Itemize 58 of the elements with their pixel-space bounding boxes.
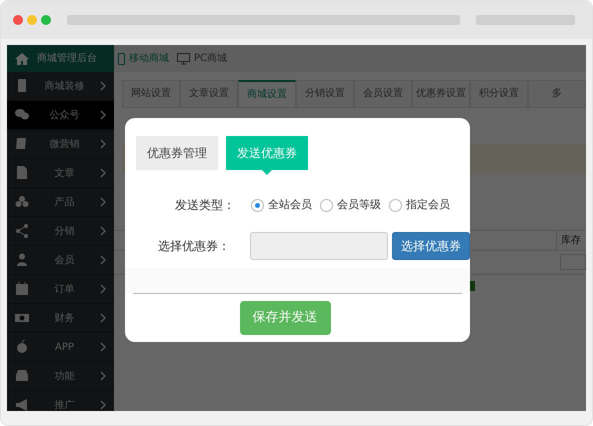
chevron-right-icon (100, 81, 106, 91)
radio-button[interactable] (320, 198, 333, 212)
header-link[interactable]: 移动商城 (118, 51, 169, 66)
settings-tab[interactable]: 网站设置 (122, 80, 180, 108)
option-label[interactable]: 全站会员 (268, 196, 312, 214)
banknote-icon (15, 311, 29, 325)
maximize-dot[interactable] (41, 15, 51, 25)
chevron-right-icon (100, 371, 106, 381)
document-icon (15, 166, 29, 180)
phone-icon (118, 52, 125, 64)
tray-icon (15, 369, 29, 383)
chat-icon (15, 108, 29, 122)
coupon-input[interactable] (250, 232, 388, 260)
dialog-tab[interactable]: 优惠券管理 (136, 136, 218, 170)
settings-tab[interactable]: 商城设置 (238, 80, 296, 108)
chevron-right-icon (100, 284, 106, 294)
chevron-right-icon (100, 313, 106, 323)
apple-icon (15, 340, 29, 354)
field-label: 发送类型： (174, 197, 235, 214)
close-dot[interactable] (13, 15, 23, 25)
chevron-right-icon (100, 197, 106, 207)
settings-tab[interactable]: 会员设置 (354, 80, 412, 108)
calendar-icon (15, 282, 29, 296)
radio-button[interactable] (251, 198, 264, 212)
radio-button[interactable] (389, 198, 402, 212)
settings-tab[interactable]: 文章设置 (180, 80, 238, 108)
option-label[interactable]: 会员等级 (337, 196, 381, 214)
table-header: 库存 (556, 231, 586, 250)
megaphone-icon (15, 398, 29, 411)
brand-title: 商城管理后台 (37, 52, 97, 66)
chevron-right-icon (100, 255, 106, 265)
monitor-icon (177, 52, 190, 64)
settings-tab[interactable]: 积分设置 (470, 80, 528, 108)
chevron-right-icon (100, 139, 106, 149)
sidebar-item[interactable]: 订单 (7, 275, 114, 304)
settings-tab[interactable]: 多 (528, 80, 586, 108)
circles-icon (15, 195, 29, 209)
chevron-right-icon (100, 226, 106, 236)
tab-pointer-icon (262, 170, 272, 175)
settings-tab[interactable]: 优惠券设置 (412, 80, 470, 108)
home-icon (15, 52, 29, 64)
chevron-right-icon (100, 110, 106, 120)
header-link[interactable]: PC商城 (177, 51, 228, 66)
minimize-dot[interactable] (27, 15, 37, 25)
phone-icon (15, 79, 29, 93)
option-label[interactable]: 指定会员 (406, 196, 450, 214)
stock-input[interactable] (560, 254, 586, 270)
chevron-right-icon (100, 168, 106, 178)
chevron-right-icon (100, 342, 106, 352)
book-icon (15, 137, 29, 151)
save-send-button[interactable]: 保存并发送 (240, 301, 330, 334)
person-icon (15, 253, 29, 267)
share-icon (15, 224, 29, 238)
sidebar-item[interactable]: 公众号 (7, 101, 114, 130)
field-label: 选择优惠券： (156, 238, 230, 255)
settings-tab[interactable]: 分销设置 (296, 80, 354, 108)
select-coupon-button[interactable]: 选择优惠券 (392, 232, 470, 260)
chevron-right-icon (100, 400, 106, 410)
